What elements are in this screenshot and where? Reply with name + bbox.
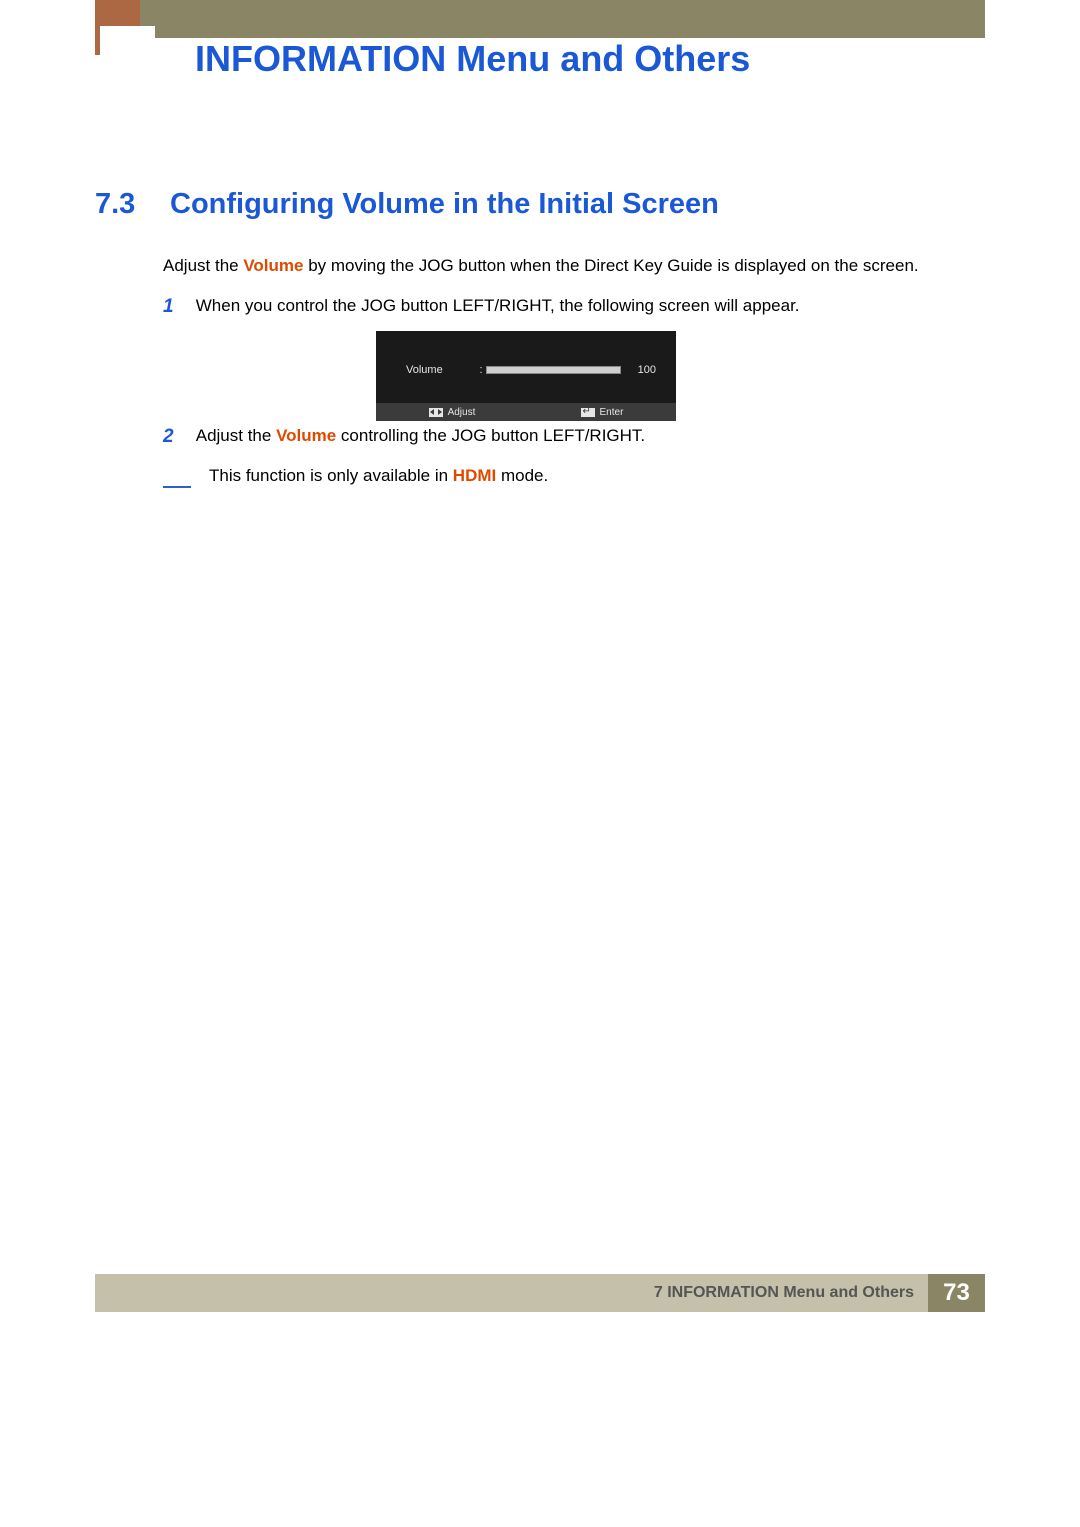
intro-text: Adjust the Volume by moving the JOG butt… (163, 256, 919, 276)
osd-adjust-label: Adjust (448, 407, 476, 418)
osd-adjust-group: Adjust (429, 407, 476, 418)
note-highlight: HDMI (453, 466, 496, 485)
step-2: 2 Adjust the Volume controlling the JOG … (163, 426, 645, 448)
intro-highlight: Volume (243, 256, 303, 275)
note-icon (163, 468, 191, 484)
step-1: 1 When you control the JOG button LEFT/R… (163, 296, 800, 318)
note-row: This function is only available in HDMI … (163, 466, 548, 486)
step-2-highlight: Volume (276, 426, 336, 445)
osd-row: Volume : 100 (406, 364, 656, 376)
section-number: 7.3 (95, 188, 135, 221)
osd-enter-label: Enter (600, 407, 624, 418)
step-2-post: controlling the JOG button LEFT/RIGHT. (336, 426, 645, 445)
osd-enter-group: Enter (581, 407, 624, 418)
osd-volume-label: Volume (406, 364, 476, 376)
osd-volume-fill (487, 367, 620, 373)
section-title: Configuring Volume in the Initial Screen (170, 188, 719, 221)
osd-screenshot: Volume : 100 Adjust Enter (376, 331, 676, 421)
step-1-number: 1 (163, 296, 191, 318)
osd-volume-value: 100 (621, 364, 656, 376)
step-2-number: 2 (163, 426, 191, 448)
osd-footer: Adjust Enter (376, 403, 676, 421)
header-bar (95, 0, 985, 38)
osd-colon: : (476, 364, 486, 376)
note-post: mode. (496, 466, 548, 485)
note-pre: This function is only available in (209, 466, 453, 485)
page-number: 73 (928, 1274, 985, 1312)
step-1-text: When you control the JOG button LEFT/RIG… (196, 296, 800, 316)
footer-text: 7 INFORMATION Menu and Others (654, 1284, 914, 1302)
adjust-icon (429, 408, 443, 417)
footer-bar: 7 INFORMATION Menu and Others (95, 1274, 928, 1312)
enter-icon (581, 408, 595, 417)
header-tab (100, 26, 155, 71)
intro-post: by moving the JOG button when the Direct… (303, 256, 918, 275)
step-2-pre: Adjust the (196, 426, 276, 445)
page-title: INFORMATION Menu and Others (195, 38, 750, 80)
step-2-text: Adjust the Volume controlling the JOG bu… (196, 426, 645, 446)
intro-pre: Adjust the (163, 256, 243, 275)
note-text: This function is only available in HDMI … (209, 466, 548, 486)
osd-volume-bar (486, 366, 621, 374)
